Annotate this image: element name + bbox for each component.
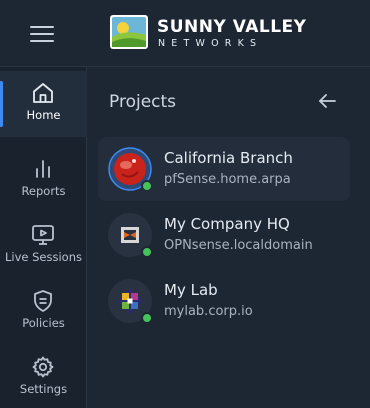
project-item-california-branch[interactable]: California Branch pfSense.home.arpa (98, 137, 350, 201)
avatar (108, 147, 153, 192)
sidebar: Home Reports Live Sessions Policies Sett… (0, 67, 87, 408)
status-online-indicator (141, 312, 153, 324)
sunny-valley-logo (110, 15, 148, 49)
hamburger-menu-icon[interactable] (30, 24, 54, 44)
bar-chart-icon (36, 160, 50, 178)
home-icon (33, 83, 53, 103)
avatar (108, 213, 153, 258)
sidebar-item-label: Policies (22, 316, 65, 330)
arrow-left-icon[interactable] (318, 93, 336, 109)
sidebar-item-home[interactable]: Home (0, 71, 87, 137)
project-item-my-company-hq[interactable]: My Company HQ OPNsense.localdomain (98, 203, 350, 267)
project-name: My Company HQ (164, 215, 290, 233)
brand-subtitle: NETWORKS (158, 38, 263, 49)
sidebar-item-settings[interactable]: Settings (0, 345, 87, 408)
top-bar: SUNNY VALLEY NETWORKS (0, 0, 370, 67)
project-item-my-lab[interactable]: My Lab mylab.corp.io (98, 269, 350, 333)
project-host: mylab.corp.io (164, 304, 253, 319)
sidebar-item-label: Reports (21, 184, 66, 198)
status-online-indicator (141, 180, 153, 192)
sidebar-item-live-sessions[interactable]: Live Sessions (0, 213, 87, 279)
brand-name: SUNNY VALLEY (157, 17, 307, 37)
gear-icon (32, 356, 54, 378)
shield-icon (34, 290, 52, 312)
project-name: California Branch (164, 149, 293, 167)
monitor-play-icon (32, 225, 54, 245)
project-name: My Lab (164, 281, 218, 299)
status-online-indicator (141, 246, 153, 258)
sidebar-item-reports[interactable]: Reports (0, 147, 87, 213)
sidebar-item-label: Live Sessions (4, 250, 82, 264)
sidebar-item-label: Settings (19, 382, 68, 396)
projects-title: Projects (109, 92, 177, 112)
sidebar-item-label: Home (26, 108, 61, 122)
sidebar-item-policies[interactable]: Policies (0, 279, 87, 345)
project-host: pfSense.home.arpa (164, 172, 291, 187)
project-host: OPNsense.localdomain (164, 238, 313, 253)
avatar (108, 279, 153, 324)
